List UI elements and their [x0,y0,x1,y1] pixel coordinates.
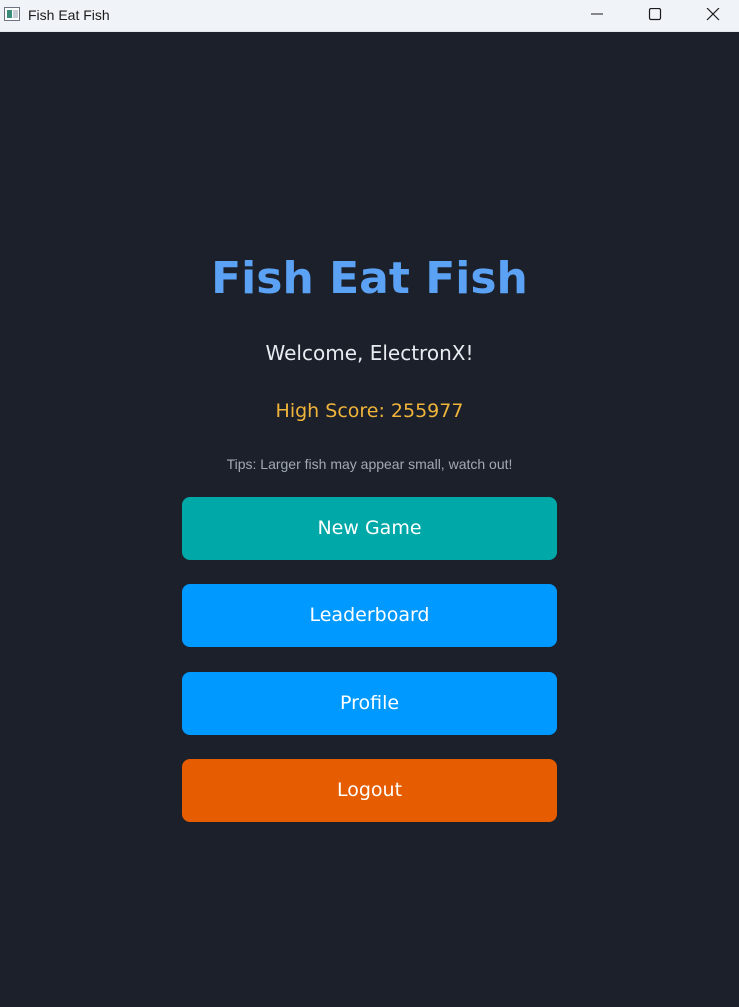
profile-button[interactable]: Profile [182,672,557,735]
logout-button[interactable]: Logout [182,759,557,822]
tips-text: Tips: Larger fish may appear small, watc… [226,456,513,472]
maximize-button[interactable] [626,0,684,32]
new-game-button[interactable]: New Game [182,497,557,560]
close-button[interactable] [684,0,739,32]
game-title: Fish Eat Fish [211,253,528,304]
welcome-message: Welcome, ElectronX! [265,341,474,365]
window-titlebar: Fish Eat Fish [0,0,739,32]
minimize-button[interactable] [568,0,626,32]
high-score: High Score: 255977 [275,400,464,422]
window-title: Fish Eat Fish [28,7,110,23]
maximize-icon [648,8,662,21]
main-menu-screen: Fish Eat Fish Welcome, ElectronX! High S… [0,33,739,1007]
app-icon [4,7,20,21]
close-icon [706,8,720,21]
leaderboard-button[interactable]: Leaderboard [182,584,557,647]
minimize-icon [591,13,603,15]
